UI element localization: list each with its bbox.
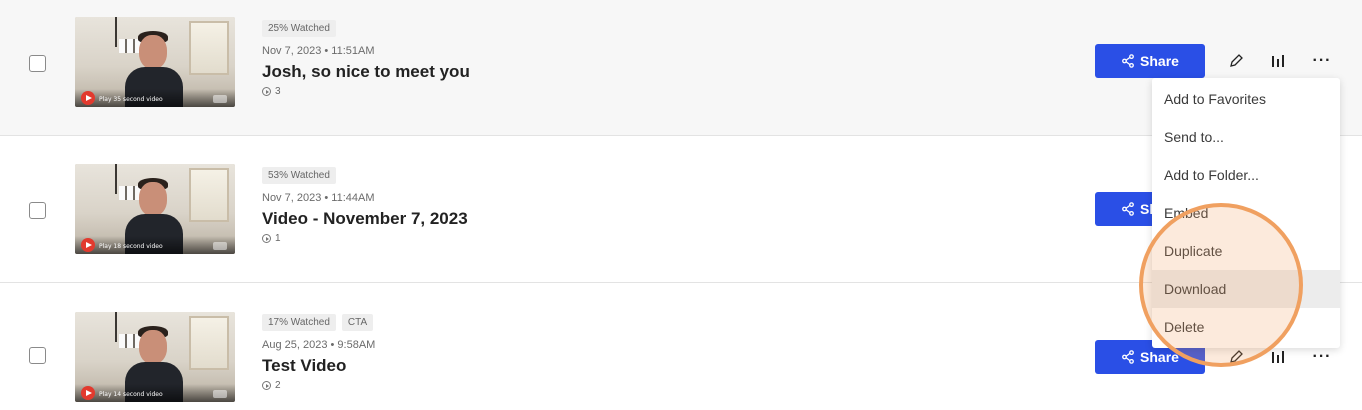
thumbnail-play-label: Play 14 second video <box>99 391 163 398</box>
volume-icon <box>213 390 227 398</box>
video-title[interactable]: Test Video <box>262 356 375 376</box>
play-count-icon <box>262 381 271 390</box>
view-count-value: 3 <box>275 86 281 97</box>
play-count-icon <box>262 87 271 96</box>
video-thumbnail[interactable]: Play 35 second video <box>75 17 235 107</box>
video-thumbnail[interactable]: Play 14 second video <box>75 312 235 402</box>
video-meta: 17% Watched CTA Aug 25, 2023 • 9:58AM Te… <box>262 314 375 391</box>
edit-button[interactable] <box>1221 46 1251 76</box>
play-icon[interactable] <box>81 91 95 105</box>
insights-button[interactable] <box>1263 46 1293 76</box>
video-date: Nov 7, 2023 • 11:44AM <box>262 192 375 204</box>
more-dots-icon: ··· <box>1312 348 1332 365</box>
volume-icon <box>213 242 227 250</box>
play-count-icon <box>262 234 271 243</box>
select-checkbox[interactable] <box>29 202 46 219</box>
video-meta: 53% Watched Nov 7, 2023 • 11:44AM Video … <box>262 167 468 244</box>
watched-badge: 53% Watched <box>262 167 336 184</box>
view-count: 3 <box>262 86 470 97</box>
volume-icon <box>213 95 227 103</box>
menu-item-send-to[interactable]: Send to... <box>1152 118 1340 156</box>
share-icon <box>1122 54 1134 68</box>
menu-item-add-to-favorites[interactable]: Add to Favorites <box>1152 80 1340 118</box>
video-thumbnail[interactable]: Play 18 second video <box>75 164 235 254</box>
menu-item-add-to-folder[interactable]: Add to Folder... <box>1152 156 1340 194</box>
select-checkbox[interactable] <box>29 347 46 364</box>
bar-chart-icon <box>1272 55 1284 67</box>
more-options-button[interactable]: ··· <box>1307 46 1337 76</box>
view-count-value: 1 <box>275 233 281 244</box>
watched-badge: 25% Watched <box>262 20 336 37</box>
view-count: 1 <box>262 233 468 244</box>
play-icon[interactable] <box>81 386 95 400</box>
pencil-icon <box>1230 54 1243 67</box>
video-title[interactable]: Video - November 7, 2023 <box>262 209 468 229</box>
cta-badge: CTA <box>341 314 374 331</box>
video-meta: 25% Watched Nov 7, 2023 • 11:51AM Josh, … <box>262 20 470 97</box>
thumbnail-play-label: Play 18 second video <box>99 243 163 250</box>
share-label: Share <box>1140 53 1179 69</box>
select-checkbox[interactable] <box>29 55 46 72</box>
video-list: Play 35 second video 25% Watched Nov 7, … <box>0 0 1362 410</box>
watched-badge: 17% Watched <box>262 314 336 331</box>
more-dots-icon: ··· <box>1312 52 1332 69</box>
video-date: Nov 7, 2023 • 11:51AM <box>262 45 375 57</box>
share-button[interactable]: Share <box>1095 44 1205 78</box>
view-count: 2 <box>262 380 375 391</box>
bar-chart-icon <box>1272 351 1284 363</box>
view-count-value: 2 <box>275 380 281 391</box>
video-date: Aug 25, 2023 • 9:58AM <box>262 339 376 351</box>
share-icon <box>1122 350 1134 364</box>
highlight-circle <box>1139 203 1303 367</box>
play-icon[interactable] <box>81 238 95 252</box>
video-title[interactable]: Josh, so nice to meet you <box>262 62 470 82</box>
thumbnail-play-label: Play 35 second video <box>99 96 163 103</box>
share-icon <box>1122 202 1134 216</box>
